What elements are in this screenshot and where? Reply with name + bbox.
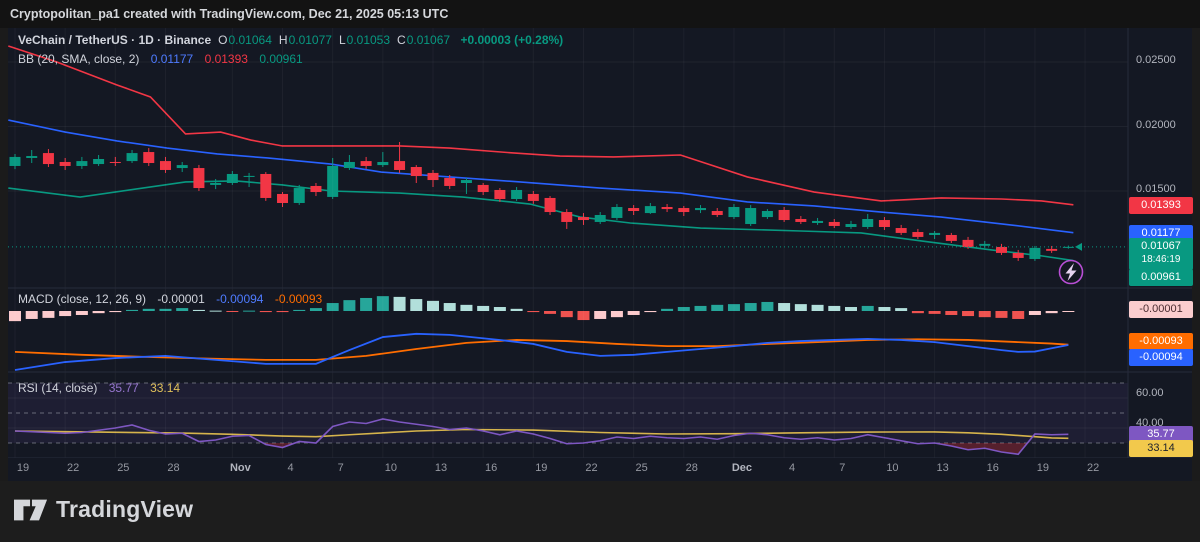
rsi-legend[interactable]: RSI (14, close) 35.77 33.14 <box>18 381 180 395</box>
quick-trade-button[interactable] <box>1058 259 1084 285</box>
ohlc-letter: O <box>218 33 228 47</box>
ohlc-value: 0.01067 <box>406 33 451 47</box>
price-axis-label: 0.01500 <box>1136 183 1176 195</box>
tradingview-logo[interactable]: TradingView <box>14 496 193 523</box>
macd-signal-value: -0.00093 <box>274 292 323 306</box>
price-axis-label: 0.02500 <box>1136 54 1176 66</box>
bb-label: BB (20, SMA, close, 2) <box>18 52 140 66</box>
time-axis-label: Nov <box>229 462 251 474</box>
time-axis-label: Dec <box>731 462 753 474</box>
time-axis-label: 7 <box>337 462 344 474</box>
rsi-value-badge: 33.14 <box>1129 439 1193 457</box>
ohlc-value: 0.01064 <box>228 33 272 47</box>
macd-value-badge: -0.00093 <box>1129 332 1193 350</box>
macd-line-value: -0.00094 <box>216 292 264 306</box>
time-axis-label: 10 <box>384 462 397 474</box>
time-axis-label: 19 <box>16 462 30 474</box>
price-level-badge: 0.00961 <box>1129 268 1193 286</box>
time-axis-label: 4 <box>789 462 796 474</box>
macd-hist-value: -0.00001 <box>157 292 205 306</box>
rsi-ma-value: 33.14 <box>150 381 181 395</box>
macd-value-badge: -0.00094 <box>1129 348 1193 366</box>
time-axis-label: 13 <box>936 462 949 474</box>
rsi-value: 35.77 <box>108 381 139 395</box>
time-axis-label: 28 <box>685 462 698 474</box>
ohlc-value: 0.01077 <box>288 33 332 47</box>
time-axis-label: 22 <box>67 462 80 474</box>
ohlc-letter: L <box>338 33 346 47</box>
tradingview-logo-icon <box>14 499 48 520</box>
tradingview-logo-text: TradingView <box>56 496 194 522</box>
time-scale[interactable]: 19 22 25 28 Nov 4 7 10 13 16 19 22 25 28 Dec 4 7 10 13 16 19… <box>0 458 1200 480</box>
rsi-axis-label: 60.00 <box>1136 387 1164 399</box>
time-axis-label: 22 <box>585 462 598 474</box>
time-axis-label: 19 <box>1036 462 1050 474</box>
symbol-title: VeChain / TetherUS · 1D · Binance <box>18 33 212 47</box>
time-axis-label: 22 <box>1086 462 1100 474</box>
time-axis-label: 13 <box>434 462 448 474</box>
time-axis-label: 16 <box>485 462 498 474</box>
time-axis-label: 19 <box>535 462 548 474</box>
price-axis-label: 0.02000 <box>1136 118 1176 131</box>
time-axis-label: 16 <box>986 462 999 474</box>
bb-legend[interactable]: BB (20, SMA, close, 2) 0.01177 0.01393 0… <box>18 52 303 66</box>
last-price-badge: 0.01067 18:46:19 <box>1129 238 1193 270</box>
time-axis-label: 4 <box>287 462 294 474</box>
price-level-badge: 0.01393 <box>1129 196 1193 214</box>
bb-basis-value: 0.01177 <box>150 52 194 66</box>
bb-upper-value: 0.01393 <box>204 52 248 66</box>
bb-lower-value: 0.00961 <box>259 52 303 66</box>
change-value: +0.00003 (+0.28%) <box>460 33 564 47</box>
time-axis-label: 10 <box>886 462 899 474</box>
attribution-text: Cryptopolitan_pa1 created with TradingVi… <box>10 7 449 21</box>
footer-bar: TradingView <box>0 481 1200 542</box>
time-axis-label: 28 <box>167 462 180 474</box>
price-marker-arrow-icon <box>1075 242 1082 251</box>
macd-legend[interactable]: MACD (close, 12, 26, 9) -0.00001 -0.0009… <box>18 292 322 306</box>
rsi-label: RSI (14, close) <box>18 381 98 395</box>
ohlc-letter: C <box>397 33 406 47</box>
ohlc-letter: H <box>278 33 288 47</box>
symbol-legend[interactable]: VeChain / TetherUS · 1D · Binance O0.0106… <box>18 33 563 47</box>
attribution-bar: Cryptopolitan_pa1 created with TradingVi… <box>0 0 1200 28</box>
macd-value-badge: -0.00001 <box>1129 300 1193 318</box>
time-axis-label: 25 <box>117 462 130 474</box>
price-chart-canvas[interactable] <box>8 28 1192 458</box>
time-axis-label: 7 <box>839 462 846 474</box>
time-axis-label: 25 <box>635 462 648 474</box>
ohlc-value: 0.01053 <box>346 33 391 47</box>
macd-label: MACD (close, 12, 26, 9) <box>18 292 147 306</box>
